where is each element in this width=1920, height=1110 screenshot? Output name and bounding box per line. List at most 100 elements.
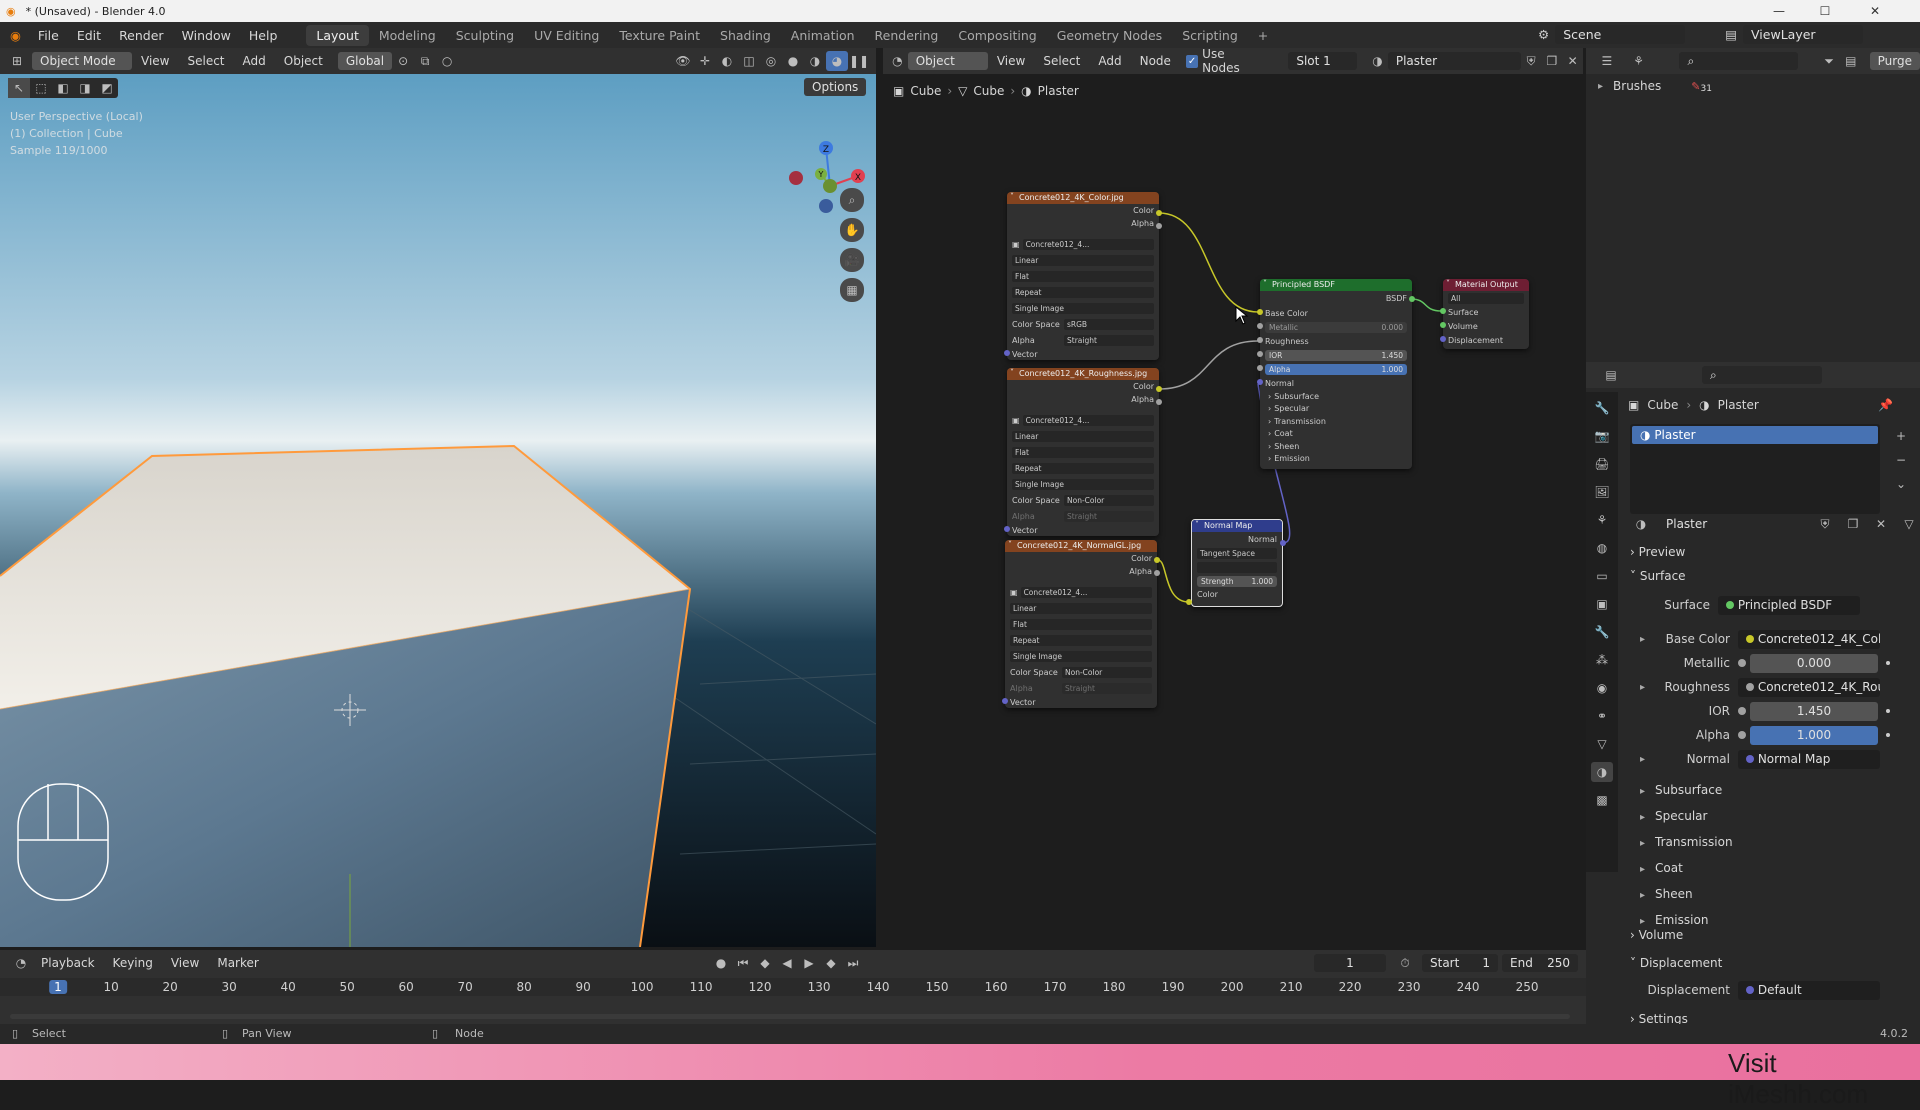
shader-type-dropdown[interactable]: Object: [907, 52, 988, 70]
source-dropdown[interactable]: Single Image: [1012, 478, 1154, 490]
purge-button[interactable]: Purge: [1869, 52, 1920, 70]
tab-sculpting[interactable]: Sculpting: [446, 25, 524, 46]
node-normal-texture[interactable]: Concrete012_4K_NormalGL.jpg Color Alpha …: [1005, 540, 1157, 708]
tab-layout[interactable]: Layout: [306, 24, 369, 46]
maximize-icon[interactable]: ☐: [1802, 0, 1848, 22]
keyframe-dot-icon[interactable]: [1886, 733, 1890, 737]
socket-bsdf-out[interactable]: [1409, 296, 1415, 302]
extension-dropdown[interactable]: Repeat: [1012, 286, 1154, 298]
space-dropdown[interactable]: Tangent Space: [1197, 547, 1277, 559]
material-browse-icon[interactable]: ◑: [1630, 514, 1652, 534]
menu-file[interactable]: File: [29, 28, 68, 43]
shading-material-icon[interactable]: ◑: [804, 51, 826, 71]
subpanel-coat[interactable]: ▸ Coat: [1640, 856, 1733, 882]
node-principled-bsdf[interactable]: Principled BSDF BSDF Base Color Metallic…: [1260, 279, 1412, 469]
source-dropdown[interactable]: Single Image: [1010, 650, 1152, 662]
pause-render-icon[interactable]: ❚❚: [848, 51, 870, 71]
modifier-tab-icon[interactable]: 🔧: [1591, 622, 1613, 642]
socket-alpha-out[interactable]: [1156, 399, 1162, 405]
remove-slot-icon[interactable]: −: [1890, 450, 1912, 470]
subpanel-subsurface[interactable]: ▸ Subsurface: [1640, 778, 1733, 804]
node-editor-type-icon[interactable]: ◔: [887, 51, 908, 71]
section-settings[interactable]: › Settings: [1630, 1012, 1688, 1024]
display-mode-icon[interactable]: ⚘: [1628, 51, 1650, 71]
strength-field[interactable]: Strength 1.000: [1197, 575, 1277, 587]
jump-start-icon[interactable]: ⏮: [732, 953, 754, 973]
tab-compositing[interactable]: Compositing: [948, 25, 1046, 46]
socket-normal-in[interactable]: [1257, 379, 1263, 385]
socket-color-out[interactable]: [1154, 557, 1160, 563]
socket-alpha-out[interactable]: [1154, 570, 1160, 576]
filter-icon[interactable]: ⏷: [1818, 51, 1840, 71]
displacement-field[interactable]: Default: [1738, 980, 1880, 1000]
tab-animation[interactable]: Animation: [781, 25, 865, 46]
section-volume[interactable]: › Volume: [1630, 928, 1683, 942]
add-workspace-icon[interactable]: +: [1248, 25, 1278, 46]
pan-hand-icon[interactable]: ✋: [840, 218, 864, 242]
start-frame-field[interactable]: Start 1: [1422, 954, 1498, 972]
node-normal-map[interactable]: Normal Map Normal Tangent Space Strength…: [1191, 519, 1283, 607]
use-nodes-checkbox[interactable]: ✓: [1185, 54, 1199, 68]
image-selector[interactable]: Concrete012_4...: [1020, 586, 1152, 598]
material-slot-item[interactable]: ◑ Plaster: [1632, 426, 1878, 444]
interpolation-dropdown[interactable]: Linear: [1012, 430, 1154, 442]
transform-orientation-dropdown[interactable]: Global: [337, 52, 393, 70]
record-icon[interactable]: ●: [710, 953, 732, 973]
tab-texture-paint[interactable]: Texture Paint: [609, 25, 710, 46]
frame-ruler[interactable]: 1 10 20 30 40 50 60 70 80 90 100 110 120 130 140 150 160…: [0, 978, 1586, 996]
node-menu-view[interactable]: View: [988, 54, 1034, 68]
new-collection-icon[interactable]: ▤: [1840, 51, 1862, 71]
constraints-tab-icon[interactable]: ⚭: [1591, 706, 1613, 726]
fake-user-shield-icon[interactable]: ⛨: [1521, 51, 1542, 71]
target-dropdown[interactable]: All: [1448, 292, 1524, 304]
duplicate-material-icon[interactable]: ❐: [1542, 51, 1563, 71]
properties-search[interactable]: ⌕: [1702, 366, 1822, 384]
proportional-icon[interactable]: ○: [436, 51, 458, 71]
socket-volume-in[interactable]: [1440, 322, 1446, 328]
projection-dropdown[interactable]: Flat: [1010, 618, 1152, 630]
scene-tab-icon[interactable]: ⚘: [1591, 510, 1613, 530]
viewlayer-selector[interactable]: ViewLayer: [1743, 25, 1864, 44]
panel-coat[interactable]: Coat: [1274, 429, 1293, 438]
socket-roughness-in[interactable]: [1257, 337, 1263, 343]
select-extend-icon[interactable]: ◧: [52, 78, 74, 98]
visibility-icon[interactable]: 👁: [672, 51, 694, 71]
material-sphere-icon[interactable]: ◑: [1367, 51, 1388, 71]
tweak-tool-icon[interactable]: ↖: [8, 78, 30, 98]
extension-dropdown[interactable]: Repeat: [1010, 634, 1152, 646]
tab-rendering[interactable]: Rendering: [865, 25, 949, 46]
expand-arrow-icon[interactable]: ▸: [1640, 682, 1660, 693]
select-subtract-icon[interactable]: ◨: [74, 78, 96, 98]
socket-displacement-in[interactable]: [1440, 336, 1446, 342]
socket-metallic-in[interactable]: [1257, 323, 1263, 329]
socket-vector-in[interactable]: [1004, 526, 1010, 532]
socket-normal-out[interactable]: [1280, 540, 1286, 546]
metallic-field[interactable]: Metallic 0.000: [1265, 321, 1407, 333]
shading-solid-icon[interactable]: ●: [782, 51, 804, 71]
subpanel-sheen[interactable]: ▸ Sheen: [1640, 882, 1733, 908]
options-button[interactable]: Options: [804, 78, 867, 96]
ior-field[interactable]: IOR 1.450: [1265, 349, 1407, 361]
projection-dropdown[interactable]: Flat: [1012, 446, 1154, 458]
link-dropdown-icon[interactable]: ▽: [1898, 514, 1920, 534]
scene-selector[interactable]: Scene: [1555, 25, 1686, 44]
timeline-menu-marker[interactable]: Marker: [208, 956, 267, 970]
physics-tab-icon[interactable]: ◉: [1591, 678, 1613, 698]
jump-end-icon[interactable]: ⏭: [842, 953, 864, 973]
select-intersect-icon[interactable]: ◩: [96, 78, 118, 98]
timeline-menu-playback[interactable]: Playback: [32, 956, 104, 970]
image-selector[interactable]: Concrete012_4...: [1022, 414, 1154, 426]
add-slot-icon[interactable]: +: [1890, 426, 1912, 446]
pin-icon[interactable]: 📌: [1878, 398, 1893, 412]
prev-keyframe-icon[interactable]: ◆: [754, 953, 776, 973]
zoom-icon[interactable]: ⌕: [840, 188, 864, 212]
section-preview[interactable]: › Preview: [1630, 545, 1685, 559]
shading-rendered-icon[interactable]: ◕: [826, 51, 848, 71]
viewlayer-icon[interactable]: ▤: [1725, 27, 1737, 42]
properties-editor-icon[interactable]: ▤: [1600, 365, 1622, 385]
keyframe-dot-icon[interactable]: [1886, 709, 1890, 713]
panel-sheen[interactable]: Sheen: [1274, 442, 1299, 451]
tab-geometry-nodes[interactable]: Geometry Nodes: [1047, 25, 1172, 46]
particles-tab-icon[interactable]: ⁂: [1591, 650, 1613, 670]
roughness-field[interactable]: Concrete012_4K_Rou...: [1738, 677, 1880, 697]
